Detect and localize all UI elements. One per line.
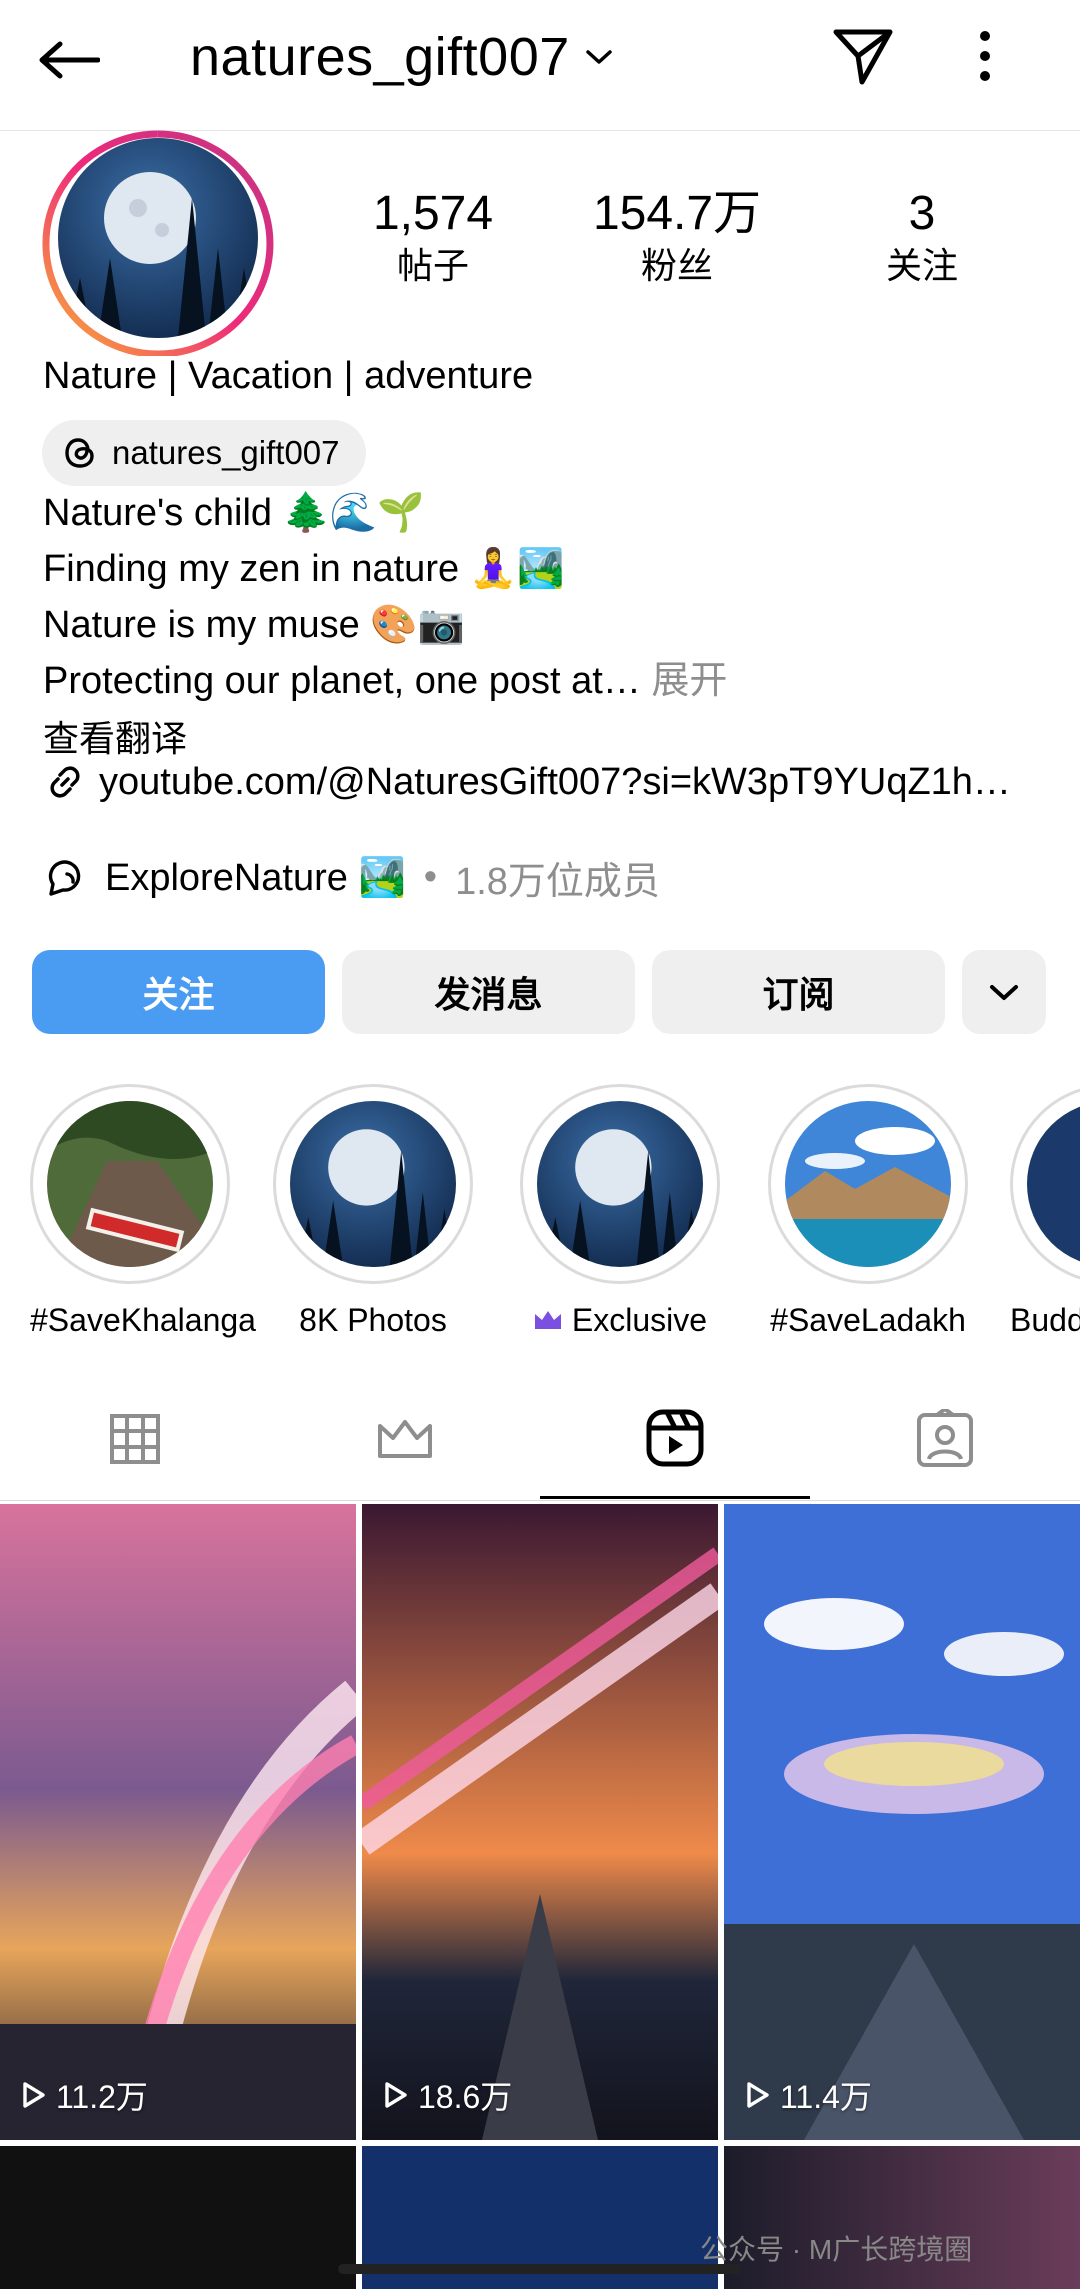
- message-button[interactable]: 发消息: [342, 950, 635, 1034]
- reel-tile[interactable]: 18.6万: [362, 1504, 718, 2140]
- stat-following[interactable]: 3 关注: [822, 186, 1022, 288]
- stat-posts[interactable]: 1,574 帖子: [333, 186, 533, 288]
- profile-tabs: [0, 1380, 1080, 1501]
- bio-link[interactable]: youtube.com/@NaturesGift007?si=kW3pT9YUq…: [43, 760, 1011, 804]
- highlight-item[interactable]: #SaveLadakh: [768, 1084, 968, 1339]
- moon-forest-image: [58, 138, 258, 338]
- highlight-label-exclusive: Exclusive: [520, 1302, 720, 1339]
- highlight-label: #SaveKhalanga: [30, 1302, 256, 1338]
- stat-label: 关注: [885, 245, 958, 286]
- tab-tagged[interactable]: [810, 1380, 1080, 1498]
- arrow-left-icon: [39, 41, 100, 79]
- rainbow-sky-image: [0, 1504, 356, 2140]
- link-icon: [50, 766, 80, 798]
- bio-line: Finding my zen in nature 🧘‍♀️🏞️: [43, 548, 565, 590]
- tab-reels[interactable]: [540, 1380, 810, 1499]
- avatar[interactable]: [58, 138, 258, 338]
- moon-forest-image: [290, 1101, 456, 1267]
- stat-followers[interactable]: 154.7万 粉丝: [577, 186, 777, 288]
- highlight-ring: [768, 1084, 968, 1284]
- bio-line: Nature's child 🌲🌊🌱: [43, 492, 425, 534]
- stat-value: 154.7万: [592, 187, 762, 240]
- bio-line: Nature is my muse 🎨📷: [43, 604, 465, 646]
- tagged-person-icon: [917, 1409, 973, 1467]
- channel-name: ExploreNature 🏞️: [105, 856, 406, 899]
- mountain-lake-image: [785, 1101, 951, 1267]
- threads-badge[interactable]: natures_gift007: [42, 420, 366, 486]
- suggested-accounts-button[interactable]: [962, 950, 1046, 1034]
- play-icon: [747, 2082, 769, 2108]
- account-switcher[interactable]: natures_gift007: [190, 22, 614, 92]
- share-profile-button[interactable]: [830, 24, 900, 94]
- reel-views: 18.6万: [418, 2079, 513, 2115]
- highlight-item[interactable]: Exclusive: [520, 1084, 720, 1339]
- highlight-label: Budd: [1010, 1302, 1080, 1338]
- highlight-cover: [785, 1101, 951, 1267]
- highlight-item[interactable]: 8K Photos: [273, 1084, 473, 1339]
- highlight-cover: [537, 1101, 703, 1267]
- reels-icon: [646, 1409, 704, 1467]
- threads-handle: natures_gift007: [112, 434, 340, 471]
- bio-line-last: Protecting our planet, one post at… 展开: [43, 658, 727, 704]
- tab-posts[interactable]: [0, 1380, 270, 1498]
- chevron-down-icon: [586, 50, 612, 64]
- reel-views: 11.2万: [56, 2079, 148, 2115]
- highlight-label: #SaveLadakh: [770, 1302, 966, 1338]
- play-icon: [385, 2082, 407, 2108]
- highlight-item[interactable]: #SaveKhalanga: [30, 1084, 256, 1339]
- iridescent-cloud-road-image: [724, 1504, 1080, 2140]
- reel-view-count: 11.2万: [22, 2072, 148, 2118]
- reel-view-count: 18.6万: [384, 2072, 512, 2118]
- reel-views: 11.4万: [780, 2079, 872, 2115]
- see-translation-link[interactable]: 查看翻译: [43, 710, 187, 762]
- separator-dot: •: [423, 856, 438, 898]
- highlight-cover: [47, 1101, 213, 1267]
- send-icon: [833, 29, 893, 85]
- reel-tile[interactable]: [0, 2146, 356, 2289]
- reel-view-count: 11.4万: [746, 2072, 872, 2118]
- chevron-down-icon: [990, 985, 1018, 1000]
- stat-label: 粉丝: [640, 245, 713, 286]
- crown-icon: [534, 1311, 561, 1329]
- home-indicator[interactable]: [338, 2264, 742, 2274]
- follow-button[interactable]: 关注: [32, 950, 325, 1034]
- play-icon: [23, 2082, 45, 2108]
- tab-exclusive[interactable]: [270, 1380, 540, 1498]
- highlight-ring: [1010, 1084, 1080, 1284]
- highlight-ring: [273, 1084, 473, 1284]
- stat-label: 帖子: [396, 245, 469, 286]
- highlight-ring: [520, 1084, 720, 1284]
- moon-forest-image: [537, 1101, 703, 1267]
- bio-link-text: youtube.com/@NaturesGift007?si=kW3pT9YUq…: [99, 760, 1011, 803]
- bio-more-link[interactable]: 展开: [651, 660, 727, 702]
- reel-tile[interactable]: 11.2万: [0, 1504, 356, 2140]
- bio-line-text: Protecting our planet, one post at…: [43, 660, 641, 702]
- stat-value: 3: [908, 187, 936, 240]
- highlight-item[interactable]: Budd: [1010, 1084, 1080, 1339]
- grid-icon: [110, 1414, 160, 1464]
- highlight-label: 8K Photos: [299, 1302, 447, 1338]
- subscribe-button[interactable]: 订阅: [652, 950, 945, 1034]
- more-vertical-icon: [980, 31, 990, 81]
- threads-icon: [65, 438, 94, 468]
- crown-icon: [378, 1420, 432, 1458]
- highlight-cover: [1027, 1101, 1080, 1267]
- back-button[interactable]: [38, 30, 108, 90]
- highlight-ring: [30, 1084, 230, 1284]
- highlight-cover: [290, 1101, 456, 1267]
- reel-tile[interactable]: 11.4万: [724, 1504, 1080, 2140]
- broadcast-channel[interactable]: ExploreNature 🏞️ • 1.8万位成员: [43, 850, 660, 905]
- more-options-button[interactable]: [970, 24, 1020, 94]
- protest-crowd-image: [47, 1101, 213, 1267]
- watermark: 公众号 · M广长跨境圈: [700, 2234, 973, 2265]
- channel-icon: [48, 859, 81, 896]
- meteor-street-image: [362, 1504, 718, 2140]
- profile-username: natures_gift007: [190, 27, 570, 87]
- stat-value: 1,574: [372, 187, 494, 240]
- channel-members: 1.8万位成员: [455, 861, 660, 903]
- highlight-label: Exclusive: [571, 1302, 708, 1338]
- profile-display-name: Nature | Vacation | adventure: [43, 355, 534, 397]
